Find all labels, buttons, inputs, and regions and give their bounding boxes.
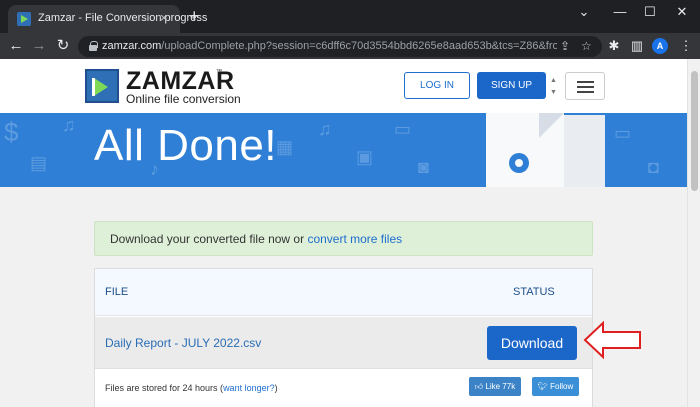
follow-label: Follow <box>550 382 574 391</box>
bird-icon: 🐦︎ <box>537 382 551 391</box>
reload-icon[interactable]: ↻ <box>55 36 71 56</box>
decor-doc-icon: ▤ <box>30 153 48 173</box>
results-table: FILE STATUS Daily Report - JULY 2022.csv… <box>94 268 593 407</box>
lock-icon[interactable] <box>89 41 98 51</box>
back-icon[interactable]: ← <box>8 36 24 56</box>
page-viewport: ZAMZAR ™ Online file conversion LOG IN S… <box>0 59 687 407</box>
storage-note-text: Files are stored for 24 hours ( <box>105 383 224 393</box>
browser-toolbar: ← → ↻ zamzar.com/uploadComplete.php?sess… <box>0 33 700 59</box>
decor-bag-icon: ◘ <box>648 157 659 177</box>
tab-title: Zamzar - File Conversion progress <box>38 12 208 24</box>
twitter-follow-button[interactable]: 🐦︎ Follow <box>532 377 579 396</box>
success-notice: Download your converted file now or conv… <box>94 221 593 256</box>
download-button[interactable]: Download <box>487 326 577 360</box>
decor-folder-icon: ▭ <box>614 123 632 143</box>
banner-title: All Done! <box>94 121 278 170</box>
site-header: ZAMZAR ™ Online file conversion LOG IN S… <box>0 59 687 113</box>
close-window-icon[interactable]: ✕ <box>672 3 692 21</box>
document-fold <box>539 113 564 138</box>
decor-music-icon: ♫ <box>318 119 332 139</box>
facebook-like-button[interactable]: 👍︎ Like 77k <box>469 377 521 396</box>
logo-tagline: Online file conversion <box>126 92 241 106</box>
menu-icon[interactable]: ⋮ <box>678 38 694 54</box>
notice-message: Download your converted file now or <box>110 232 308 246</box>
table-header: FILE STATUS <box>95 269 592 316</box>
column-header-file: FILE <box>105 286 129 298</box>
notice-text: Download your converted file now or conv… <box>110 232 402 246</box>
decor-image-icon: ▣ <box>356 147 374 167</box>
decor-camera-icon: ◙ <box>418 157 429 177</box>
url-path: /uploadComplete.php?session=c6dff6c70d35… <box>161 40 557 52</box>
scroll-arrows-icon: ▲ ▼ <box>550 77 557 96</box>
login-button[interactable]: LOG IN <box>404 72 470 99</box>
share-icon[interactable]: ⇪ <box>560 39 570 53</box>
file-name-link[interactable]: Daily Report - JULY 2022.csv <box>105 336 261 350</box>
hamburger-menu-button[interactable] <box>565 72 605 100</box>
browser-titlebar: Zamzar - File Conversion progress × + ⌄ … <box>0 0 700 33</box>
forward-icon[interactable]: → <box>31 36 47 56</box>
star-icon[interactable]: ☆ <box>581 39 592 53</box>
decor-dollar-icon: $ <box>4 117 19 147</box>
gear-icon <box>509 153 529 173</box>
url-text[interactable]: zamzar.com/uploadComplete.php?session=c6… <box>102 40 557 52</box>
address-bar[interactable]: zamzar.com/uploadComplete.php?session=c6… <box>78 36 602 57</box>
zamzar-favicon-icon <box>17 12 31 26</box>
logo-trademark: ™ <box>216 69 222 75</box>
like-label: Like 77k <box>485 382 516 391</box>
menu-bar <box>577 86 594 88</box>
minimize-icon[interactable]: — <box>610 3 630 21</box>
extensions-icon[interactable]: ✱ <box>606 38 622 54</box>
decor-music-icon: ♫ <box>62 115 76 135</box>
scrollbar-thumb[interactable] <box>691 71 698 191</box>
menu-bar <box>577 81 594 83</box>
tab-close-icon[interactable]: × <box>160 10 168 26</box>
page-scrollbar[interactable] <box>687 59 700 407</box>
new-tab-icon[interactable]: + <box>189 6 200 26</box>
decor-film-icon: ▦ <box>276 137 294 157</box>
convert-more-link[interactable]: convert more files <box>307 232 402 246</box>
decor-folder-icon: ▭ <box>394 119 412 139</box>
zamzar-logo-icon[interactable] <box>85 69 119 103</box>
table-row: Daily Report - JULY 2022.csv Download <box>95 317 592 369</box>
column-header-status: STATUS <box>513 286 555 298</box>
menu-bar <box>577 91 594 93</box>
tab-search-icon[interactable]: ⌄ <box>574 3 594 21</box>
browser-tab[interactable]: Zamzar - File Conversion progress × <box>8 5 207 33</box>
hero-banner: $ ♫ ▤ ♪ ▦ ♫ ▣ ▭ ◙ ▭ ◘ All Done! <box>0 113 687 187</box>
table-footer: Files are stored for 24 hours (want long… <box>95 370 592 407</box>
maximize-icon[interactable]: ☐ <box>640 3 660 21</box>
url-host: zamzar.com <box>102 40 162 52</box>
signup-button[interactable]: SIGN UP <box>477 72 546 99</box>
profile-avatar[interactable]: A <box>652 38 668 54</box>
want-longer-link[interactable]: want longer? <box>223 383 275 393</box>
red-arrow-annotation <box>583 321 641 359</box>
sidebar-icon[interactable]: ▥ <box>629 38 645 54</box>
storage-note: Files are stored for 24 hours (want long… <box>105 383 278 393</box>
storage-note-end: ) <box>274 383 278 393</box>
thumbs-up-icon: 👍︎ <box>474 382 486 391</box>
